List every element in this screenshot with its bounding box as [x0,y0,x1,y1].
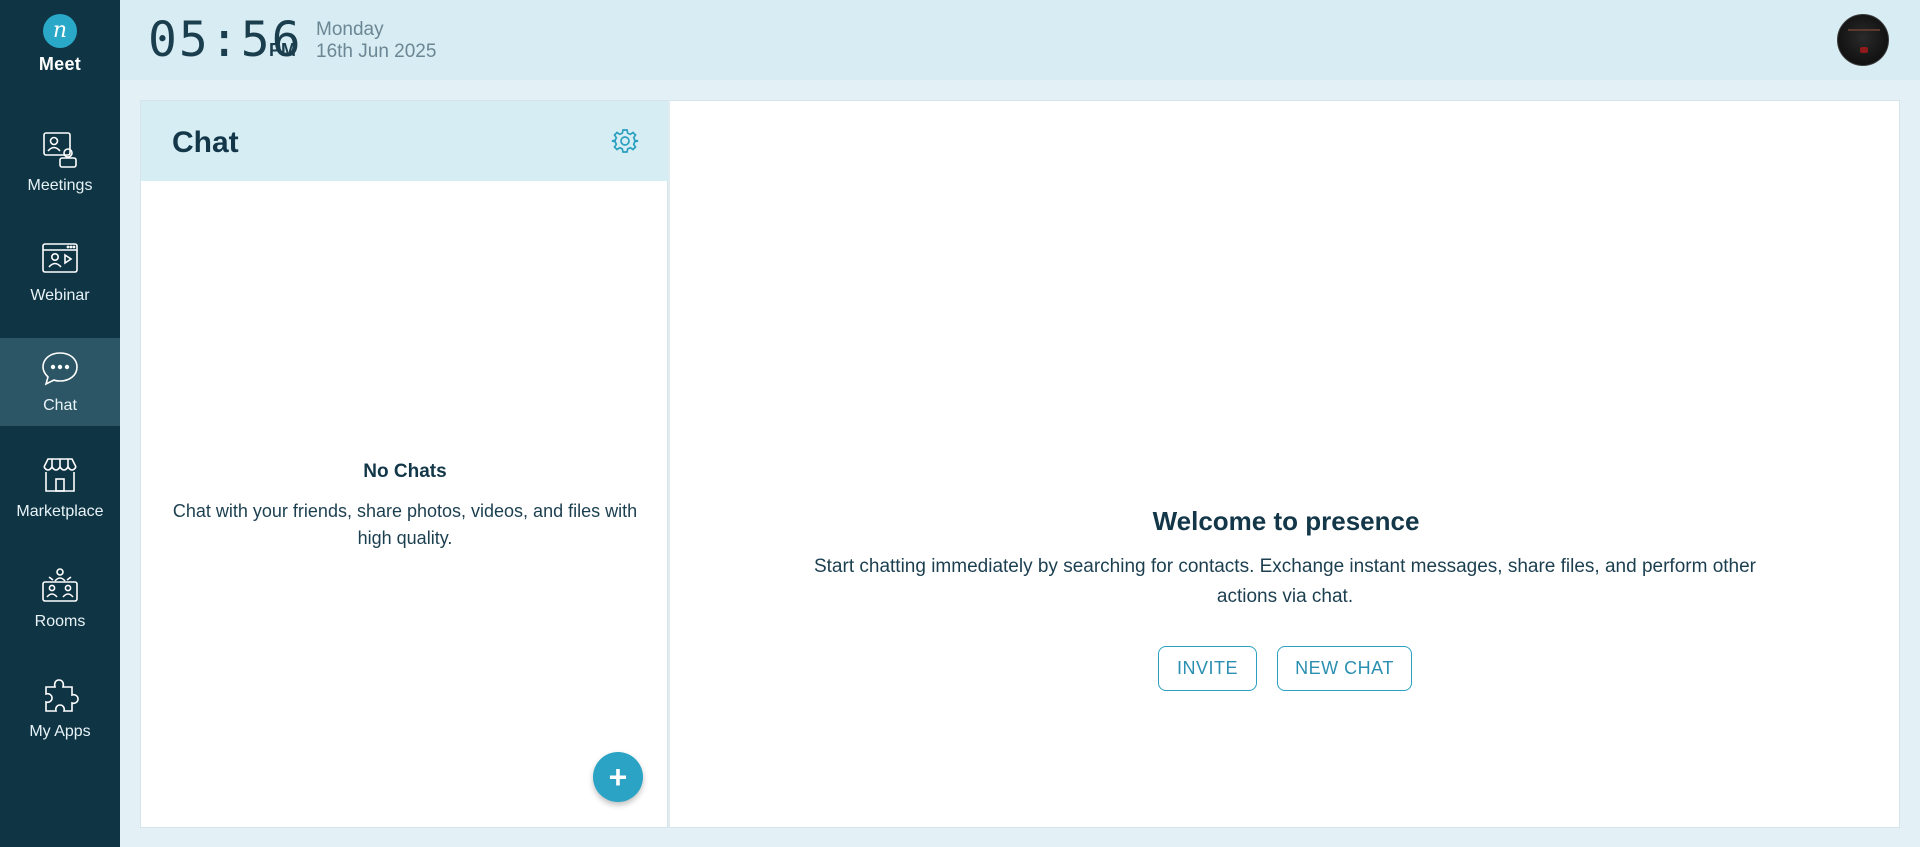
top-bar [120,0,1920,80]
current-day: Monday [316,19,384,40]
brand-name: Meet [38,54,82,74]
empty-state-description: Chat with your friends, share photos, vi… [172,501,638,548]
brand-logo-icon: n [43,14,77,48]
sidebar-item-webinar[interactable]: Webinar [0,228,120,316]
sidebar-item-rooms[interactable]: Rooms [0,554,120,642]
user-avatar[interactable] [1837,14,1889,66]
welcome-description: Start chatting immediately by searching … [813,556,1757,607]
invite-button[interactable]: INVITE [1158,646,1257,691]
current-date: 16th Jun 2025 [316,41,437,62]
meetings-icon [43,132,77,168]
sidebar-item-label: Chat [43,397,77,414]
main-panel: Welcome to presence Start chatting immed… [668,100,1900,828]
webinar-icon [42,243,78,273]
avatar-image-detail [1860,47,1868,53]
sidebar-item-label: Rooms [34,613,86,630]
sidebar-item-chat[interactable]: Chat [0,338,120,426]
puzzle-icon [45,679,79,712]
chat-panel-title: Chat [172,126,239,159]
chat-settings-button[interactable] [611,127,639,155]
avatar-image-detail [1848,29,1880,31]
sidebar-item-label: My Apps [29,723,91,740]
chat-panel-header: Chat [141,101,669,181]
chat-icon [42,352,78,386]
sidebar-item-label: Marketplace [16,503,104,520]
brand[interactable]: n Meet [0,10,120,75]
chat-list-panel: Chat No Chats Chat with your friends, sh… [140,100,669,828]
sidebar-item-label: Meetings [27,177,93,194]
sidebar-item-marketplace[interactable]: Marketplace [0,444,120,532]
sidebar-item-meetings[interactable]: Meetings [0,118,120,206]
gear-icon [611,129,639,153]
sidebar-item-my-apps[interactable]: My Apps [0,664,120,752]
sidebar-item-label: Webinar [30,287,90,304]
new-chat-fab-button[interactable]: + [593,752,643,802]
rooms-icon [42,568,78,602]
welcome-title: Welcome to presence [1152,506,1420,536]
empty-state-title: No Chats [363,461,447,482]
clock-ampm: PM [269,40,296,60]
marketplace-icon [43,458,77,492]
sidebar: n Meet Meetings Webinar Chat Marketplace… [0,0,120,847]
new-chat-button[interactable]: NEW CHAT [1277,646,1412,691]
